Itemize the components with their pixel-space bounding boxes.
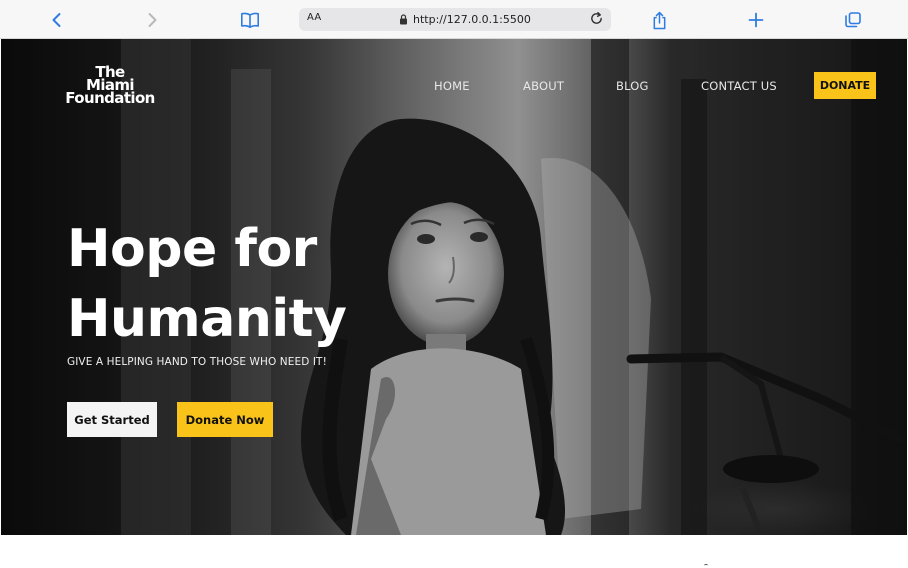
new-tab-button[interactable]: [743, 7, 769, 33]
chevron-left-icon: [52, 13, 61, 27]
reload-icon: [591, 11, 602, 24]
site-logo[interactable]: The Miami Foundation: [58, 65, 162, 107]
share-icon: [653, 11, 665, 29]
reload-button[interactable]: [589, 11, 605, 27]
tabs-icon: [845, 12, 861, 28]
hero-subtitle: GIVE A HELPING HAND TO THOSE WHO NEED IT…: [67, 356, 327, 368]
hero-title: Hope for Humanity: [67, 214, 347, 354]
reader-view-button[interactable]: AA: [307, 12, 322, 23]
url-display: http://127.0.0.1:5500: [399, 11, 531, 28]
nav-donate-button[interactable]: DONATE: [814, 72, 876, 99]
browser-toolbar: AA http://127.0.0.1:5500: [0, 0, 908, 39]
nav-home-link[interactable]: HOME: [434, 79, 470, 93]
below-fold-area: [0, 535, 908, 568]
lock-icon: [400, 14, 407, 25]
back-button[interactable]: [44, 7, 70, 33]
logo-line-3: Foundation: [65, 89, 155, 107]
nav-blog-link[interactable]: BLOG: [616, 79, 649, 93]
hero-section: The Miami Foundation HOME ABOUT BLOG CON…: [1, 39, 907, 535]
url-text: http://127.0.0.1:5500: [413, 13, 531, 26]
plus-icon: [748, 12, 764, 28]
hero-title-line-1: Hope for: [67, 219, 317, 279]
forward-button[interactable]: [139, 7, 165, 33]
nav-contact-link[interactable]: CONTACT US: [701, 79, 777, 93]
book-icon: [241, 12, 259, 28]
scroll-indicator: [704, 564, 708, 567]
share-button[interactable]: [646, 7, 672, 33]
get-started-button[interactable]: Get Started: [67, 402, 157, 437]
show-tabs-button[interactable]: [840, 7, 866, 33]
address-bar[interactable]: AA http://127.0.0.1:5500: [299, 8, 611, 31]
nav-about-link[interactable]: ABOUT: [523, 79, 564, 93]
bookmarks-button[interactable]: [237, 7, 263, 33]
donate-now-button[interactable]: Donate Now: [177, 402, 273, 437]
chevron-right-icon: [148, 13, 157, 27]
hero-title-line-2: Humanity: [67, 289, 347, 349]
